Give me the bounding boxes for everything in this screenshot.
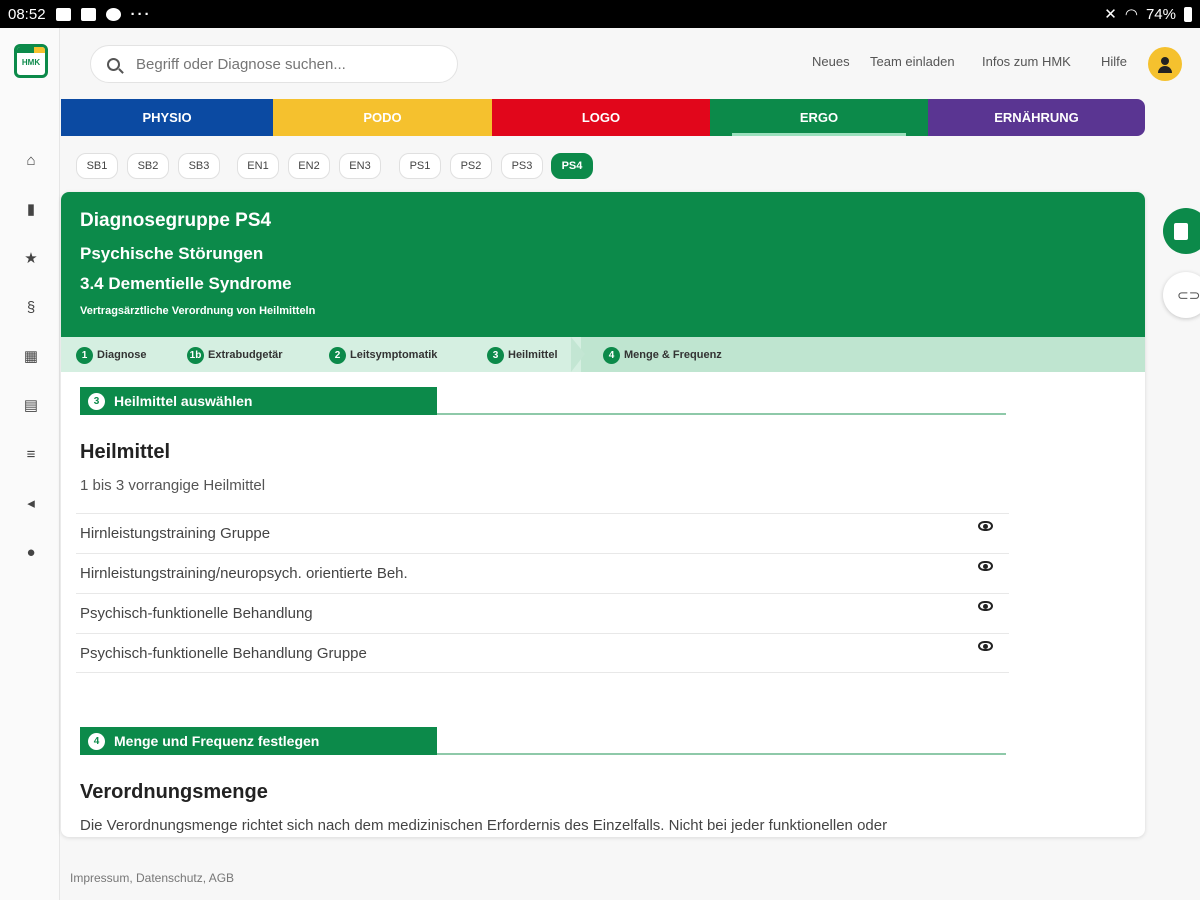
- app-logo[interactable]: HMK: [14, 44, 48, 78]
- footer-links[interactable]: Impressum, Datenschutz, AGB: [70, 871, 234, 885]
- nav-info[interactable]: Infos zum HMK: [982, 54, 1071, 69]
- chip-en1[interactable]: EN1: [237, 153, 279, 179]
- mute-icon: ✕: [1104, 6, 1117, 23]
- search-bar[interactable]: [90, 45, 458, 83]
- eye-icon[interactable]: [978, 561, 993, 571]
- search-input[interactable]: [136, 55, 436, 73]
- heilmittel-hint: 1 bis 3 vorrangige Heilmittel: [80, 477, 266, 494]
- step-leitsymptomatik[interactable]: 2 Leitsymptomatik: [329, 345, 437, 365]
- nav-news[interactable]: Neues: [812, 54, 850, 69]
- card-diagnosis: 3.4 Dementielle Syndrome: [80, 274, 292, 293]
- section-heilmittel-header: 3 Heilmittel auswählen: [80, 387, 1006, 415]
- document-icon[interactable]: ▤: [22, 397, 40, 415]
- list-item[interactable]: Psychisch-funktionelle Behandlung: [76, 593, 1009, 633]
- chip-en3[interactable]: EN3: [339, 153, 381, 179]
- link-button[interactable]: ⊂⊃: [1163, 272, 1200, 318]
- chip-sb3[interactable]: SB3: [178, 153, 220, 179]
- chip-ps4[interactable]: PS4: [551, 153, 593, 179]
- status-bar: 08:52 ··· ✕ ◠ 74%: [0, 0, 1200, 28]
- search-icon: [107, 57, 120, 71]
- heilmittel-list: Hirnleistungstraining Gruppe Hirnleistun…: [76, 513, 1009, 673]
- link-icon: ⊂⊃: [1177, 286, 1200, 303]
- star-icon[interactable]: ★: [22, 250, 40, 268]
- user-icon[interactable]: ●: [22, 544, 40, 562]
- list-item[interactable]: Hirnleistungstraining Gruppe: [76, 513, 1009, 553]
- book-icon[interactable]: ▮: [22, 201, 40, 219]
- avatar[interactable]: [1148, 47, 1182, 81]
- chip-sb1[interactable]: SB1: [76, 153, 118, 179]
- image-icon: [55, 7, 71, 21]
- heilmittel-heading: Heilmittel: [80, 441, 171, 463]
- list-item[interactable]: Psychisch-funktionelle Behandlung Gruppe: [76, 633, 1009, 673]
- mail-icon: [80, 7, 96, 21]
- step-heilmittel[interactable]: 3 Heilmittel: [487, 345, 558, 365]
- tab-physio[interactable]: PHYSIO: [61, 99, 273, 136]
- calculator-button[interactable]: [1163, 208, 1200, 254]
- paragraph-icon[interactable]: §: [22, 299, 40, 317]
- nav-invite-team[interactable]: Team einladen: [870, 54, 955, 69]
- tab-podo[interactable]: PODO: [273, 99, 492, 136]
- eye-icon[interactable]: [978, 521, 993, 531]
- eye-icon[interactable]: [978, 601, 993, 611]
- section-menge-header: 4 Menge und Frequenz festlegen: [80, 727, 1006, 755]
- step-extrabudgetaer[interactable]: 1b Extrabudgetär: [187, 345, 283, 365]
- verordnungsmenge-text: Die Verordnungsmenge richtet sich nach d…: [80, 817, 888, 834]
- chip-en2[interactable]: EN2: [288, 153, 330, 179]
- card-note: Vertragsärztliche Verordnung von Heilmit…: [80, 305, 316, 317]
- sidebar: HMK ⌂ ▮ ★ § ▦ ▤ ≡ ◂ ●: [0, 28, 60, 900]
- clock: 08:52: [8, 5, 46, 23]
- document-icon: [1174, 222, 1188, 240]
- list-item[interactable]: Hirnleistungstraining/neuropsych. orient…: [76, 553, 1009, 593]
- settings-icon: [105, 7, 121, 21]
- grid-icon[interactable]: ▦: [22, 348, 40, 366]
- verordnungsmenge-heading: Verordnungsmenge: [80, 781, 268, 803]
- megaphone-icon[interactable]: ◂: [22, 495, 40, 513]
- wifi-icon: ◠: [1124, 6, 1138, 23]
- battery-level: 74%: [1145, 5, 1176, 23]
- tab-ernaehrung[interactable]: ERNÄHRUNG: [928, 99, 1145, 136]
- eye-icon[interactable]: [978, 641, 993, 651]
- home-icon[interactable]: ⌂: [22, 152, 40, 170]
- chip-ps2[interactable]: PS2: [450, 153, 492, 179]
- tab-ergo[interactable]: ERGO: [710, 99, 928, 136]
- card-header: Diagnosegruppe PS4 Psychische Störungen …: [61, 192, 1145, 337]
- more-notifications-icon: ···: [130, 5, 152, 23]
- diagnosis-card: Diagnosegruppe PS4 Psychische Störungen …: [61, 192, 1145, 837]
- list-icon[interactable]: ≡: [22, 446, 40, 464]
- card-subtitle: Psychische Störungen: [80, 244, 264, 263]
- chip-ps1[interactable]: PS1: [399, 153, 441, 179]
- step-diagnose[interactable]: 1 Diagnose: [76, 345, 147, 365]
- card-title: Diagnosegruppe PS4: [80, 210, 272, 231]
- nav-help[interactable]: Hilfe: [1101, 54, 1127, 69]
- step-navigation: 1 Diagnose 1b Extrabudgetär 2 Leitsympto…: [61, 337, 1145, 372]
- category-tabs: PHYSIO PODO LOGO ERGO ERNÄHRUNG: [61, 99, 1145, 136]
- tab-logo[interactable]: LOGO: [492, 99, 710, 136]
- step-menge-frequenz[interactable]: 4 Menge & Frequenz: [603, 345, 722, 365]
- battery-icon: [1184, 6, 1192, 22]
- chip-sb2[interactable]: SB2: [127, 153, 169, 179]
- chip-ps3[interactable]: PS3: [501, 153, 543, 179]
